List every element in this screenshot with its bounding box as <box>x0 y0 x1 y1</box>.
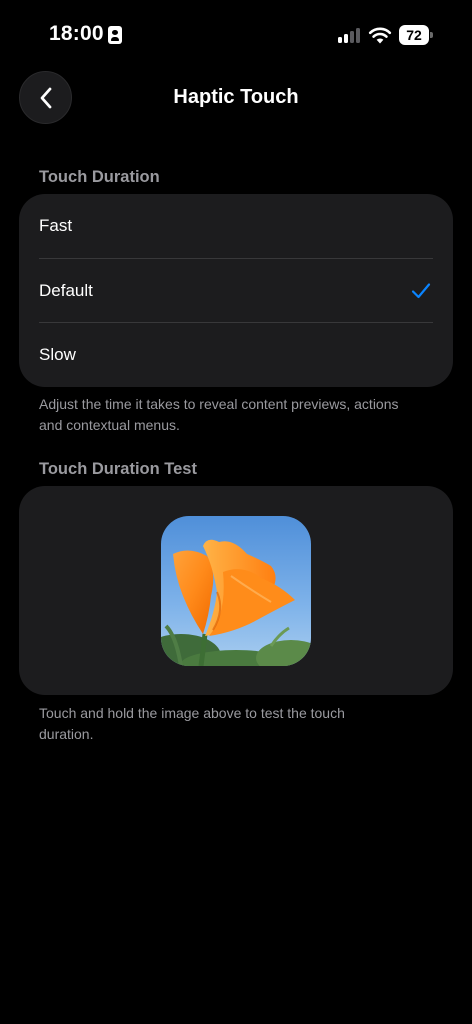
poppy-test-image[interactable] <box>161 516 311 666</box>
option-fast[interactable]: Fast <box>19 194 453 259</box>
checkmark-icon <box>411 282 431 298</box>
touch-duration-options: Fast Default Slow <box>19 194 453 387</box>
haptic-touch-screen: 18:00 72 Haptic Touch Touch Duration Fas… <box>0 0 472 1024</box>
touch-test-card <box>19 486 453 695</box>
battery-icon: 72 <box>399 25 433 45</box>
touch-test-description: Touch and hold the image above to test t… <box>39 705 345 742</box>
battery-level: 72 <box>399 25 429 45</box>
cellular-signal-icon <box>338 27 362 43</box>
status-bar: 18:00 72 <box>0 0 472 70</box>
option-slow[interactable]: Slow <box>19 323 453 388</box>
touch-duration-description: Adjust the time it takes to reveal conte… <box>39 396 399 433</box>
option-label: Default <box>39 280 93 300</box>
touch-duration-header: Touch Duration <box>39 168 160 186</box>
option-label: Fast <box>39 216 73 236</box>
touch-test-header: Touch Duration Test <box>39 460 197 478</box>
wifi-icon <box>368 25 392 45</box>
option-label: Slow <box>39 345 76 365</box>
status-time: 18:00 <box>49 22 104 45</box>
page-title: Haptic Touch <box>173 86 299 108</box>
option-default[interactable]: Default <box>19 259 453 323</box>
contact-card-icon <box>108 26 122 44</box>
